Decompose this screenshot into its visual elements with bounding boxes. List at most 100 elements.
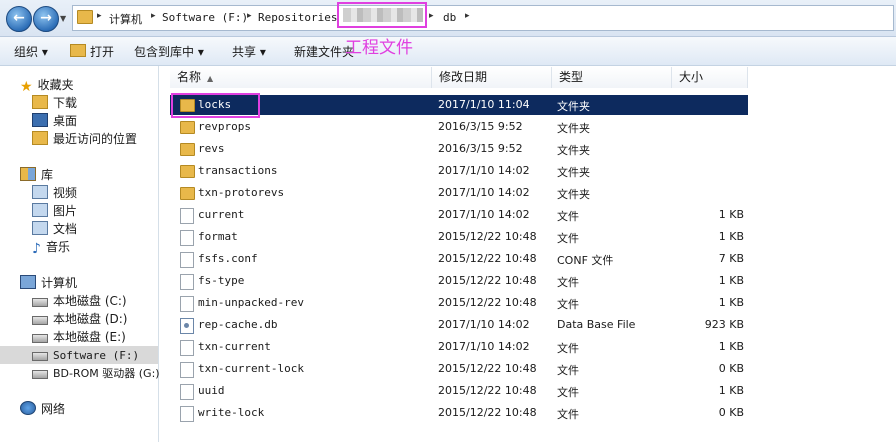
file-row[interactable]: transactions 2017/1/10 14:02 文件夹 xyxy=(170,161,748,181)
file-name: transactions xyxy=(198,164,278,177)
file-name: revprops xyxy=(198,120,251,133)
music-note-icon: ♪ xyxy=(32,241,41,257)
file-row[interactable]: fs-type 2015/12/22 10:48 文件 1 KB xyxy=(170,271,748,291)
share-menu[interactable]: 共享 ▾ xyxy=(232,43,266,60)
library-icon xyxy=(20,167,36,181)
sidebar-item-videos[interactable]: 视频 xyxy=(32,184,77,202)
sidebar-item-documents[interactable]: 文档 xyxy=(32,220,77,238)
file-icon xyxy=(180,252,194,268)
file-row[interactable]: uuid 2015/12/22 10:48 文件 1 KB xyxy=(170,381,748,401)
file-date: 2017/1/10 14:02 xyxy=(438,186,530,199)
file-date: 2017/1/10 14:02 xyxy=(438,318,530,331)
file-row[interactable]: fsfs.conf 2015/12/22 10:48 CONF 文件 7 KB xyxy=(170,249,748,269)
recent-places-icon xyxy=(32,131,48,145)
file-size: 1 KB xyxy=(718,208,744,221)
sidebar-item-pictures[interactable]: 图片 xyxy=(32,202,77,220)
file-type: 文件夹 xyxy=(557,188,590,201)
address-bar: ← → ▼ ▸ 计算机 ▸ Software (F:) ▸ Repositori… xyxy=(0,0,896,37)
organize-menu[interactable]: 组织 ▾ xyxy=(14,43,48,60)
folder-icon xyxy=(180,187,195,200)
column-header-date[interactable]: 修改日期 xyxy=(432,67,552,88)
file-icon xyxy=(180,296,194,312)
file-type: CONF 文件 xyxy=(557,254,614,267)
folder-icon xyxy=(180,143,195,156)
file-name: min-unpacked-rev xyxy=(198,296,304,309)
breadcrumb-chevron-icon[interactable]: ▸ xyxy=(429,11,434,21)
breadcrumb-chevron-icon[interactable]: ▸ xyxy=(151,11,156,21)
file-type: 文件 xyxy=(557,276,579,289)
sidebar-item-downloads[interactable]: 下载 xyxy=(32,94,77,112)
folder-icon xyxy=(77,10,93,24)
column-header-name[interactable]: 名称 ▲ xyxy=(170,67,432,88)
sidebar-computer[interactable]: 计算机 xyxy=(20,274,77,292)
sort-ascending-icon: ▲ xyxy=(207,74,214,83)
sidebar-item-drive-c[interactable]: 本地磁盘 (C:) xyxy=(32,292,127,310)
file-row[interactable]: format 2015/12/22 10:48 文件 1 KB xyxy=(170,227,748,247)
open-folder-icon xyxy=(70,44,86,57)
file-size: 0 KB xyxy=(718,406,744,419)
computer-icon xyxy=(20,275,36,289)
file-type: 文件 xyxy=(557,210,579,223)
file-icon xyxy=(180,362,194,378)
file-size: 7 KB xyxy=(718,252,744,265)
column-header-size[interactable]: 大小 xyxy=(672,67,748,88)
file-name: uuid xyxy=(198,384,225,397)
file-size: 923 KB xyxy=(704,318,744,331)
file-row[interactable]: current 2017/1/10 14:02 文件 1 KB xyxy=(170,205,748,225)
sidebar-item-music[interactable]: ♪ 音乐 xyxy=(32,238,70,257)
file-date: 2015/12/22 10:48 xyxy=(438,274,537,287)
sidebar-libraries[interactable]: 库 xyxy=(20,166,53,184)
file-type: 文件 xyxy=(557,408,579,421)
file-name: format xyxy=(198,230,238,243)
file-icon xyxy=(180,384,194,400)
picture-library-icon xyxy=(32,203,48,217)
optical-drive-icon xyxy=(32,370,48,379)
sidebar-item-drive-e[interactable]: 本地磁盘 (E:) xyxy=(32,328,126,346)
file-icon xyxy=(180,274,194,290)
annotation-highlight-box xyxy=(171,93,260,118)
breadcrumb[interactable]: ▸ 计算机 ▸ Software (F:) ▸ Repositories ▸ d… xyxy=(72,5,894,31)
breadcrumb-chevron-icon[interactable]: ▸ xyxy=(465,11,470,21)
file-row[interactable]: rep-cache.db 2017/1/10 14:02 Data Base Fil… xyxy=(170,315,748,335)
breadcrumb-db[interactable]: db xyxy=(443,11,456,24)
file-size: 1 KB xyxy=(718,340,744,353)
forward-button[interactable]: → xyxy=(33,6,59,32)
file-name: txn-current xyxy=(198,340,271,353)
file-type: 文件夹 xyxy=(557,122,590,135)
document-library-icon xyxy=(32,221,48,235)
breadcrumb-repositories[interactable]: Repositories xyxy=(258,11,337,24)
column-header-type[interactable]: 类型 xyxy=(552,67,672,88)
file-row[interactable]: txn-protorevs 2017/1/10 14:02 文件夹 xyxy=(170,183,748,203)
file-row[interactable]: min-unpacked-rev 2015/12/22 10:48 文件 1 KB xyxy=(170,293,748,313)
file-date: 2015/12/22 10:48 xyxy=(438,296,537,309)
sidebar-item-drive-f[interactable]: Software (F:) xyxy=(0,346,158,364)
file-row[interactable]: txn-current 2017/1/10 14:02 文件 1 KB xyxy=(170,337,748,357)
file-icon xyxy=(180,230,194,246)
sidebar-favorites[interactable]: ★ 收藏夹 xyxy=(20,76,74,95)
sidebar-item-drive-g[interactable]: BD-ROM 驱动器 (G:) xyxy=(32,364,160,382)
database-file-icon xyxy=(180,318,194,334)
back-arrow-icon: ← xyxy=(13,10,25,26)
breadcrumb-computer[interactable]: 计算机 xyxy=(109,11,142,27)
include-in-library-menu[interactable]: 包含到库中 ▾ xyxy=(134,43,204,60)
file-row[interactable]: revs 2016/3/15 9:52 文件夹 xyxy=(170,139,748,159)
sidebar-network[interactable]: 网络 xyxy=(20,400,65,418)
recent-pages-dropdown-icon[interactable]: ▼ xyxy=(60,14,66,23)
file-row[interactable]: revprops 2016/3/15 9:52 文件夹 xyxy=(170,117,748,137)
breadcrumb-chevron-icon[interactable]: ▸ xyxy=(97,11,102,21)
folder-icon xyxy=(180,121,195,134)
file-row[interactable]: txn-current-lock 2015/12/22 10:48 文件 0 KB xyxy=(170,359,748,379)
breadcrumb-chevron-icon[interactable]: ▸ xyxy=(247,11,252,21)
sidebar-item-desktop[interactable]: 桌面 xyxy=(32,112,77,130)
file-row[interactable]: write-lock 2015/12/22 10:48 文件 0 KB xyxy=(170,403,748,423)
breadcrumb-software-drive[interactable]: Software (F:) xyxy=(162,11,248,24)
file-date: 2016/3/15 9:52 xyxy=(438,120,523,133)
file-name: txn-protorevs xyxy=(198,186,285,199)
file-date: 2015/12/22 10:48 xyxy=(438,406,537,419)
sidebar-item-drive-d[interactable]: 本地磁盘 (D:) xyxy=(32,310,127,328)
navigation-pane: ★ 收藏夹 下载 桌面 最近访问的位置 库 视频 图片 文档 ♪ 音乐 计算机 本地… xyxy=(0,66,160,442)
file-name: txn-current-lock xyxy=(198,362,304,375)
open-button[interactable]: 打开 xyxy=(70,43,114,60)
sidebar-item-recent-places[interactable]: 最近访问的位置 xyxy=(32,130,137,148)
back-button[interactable]: ← xyxy=(6,6,32,32)
